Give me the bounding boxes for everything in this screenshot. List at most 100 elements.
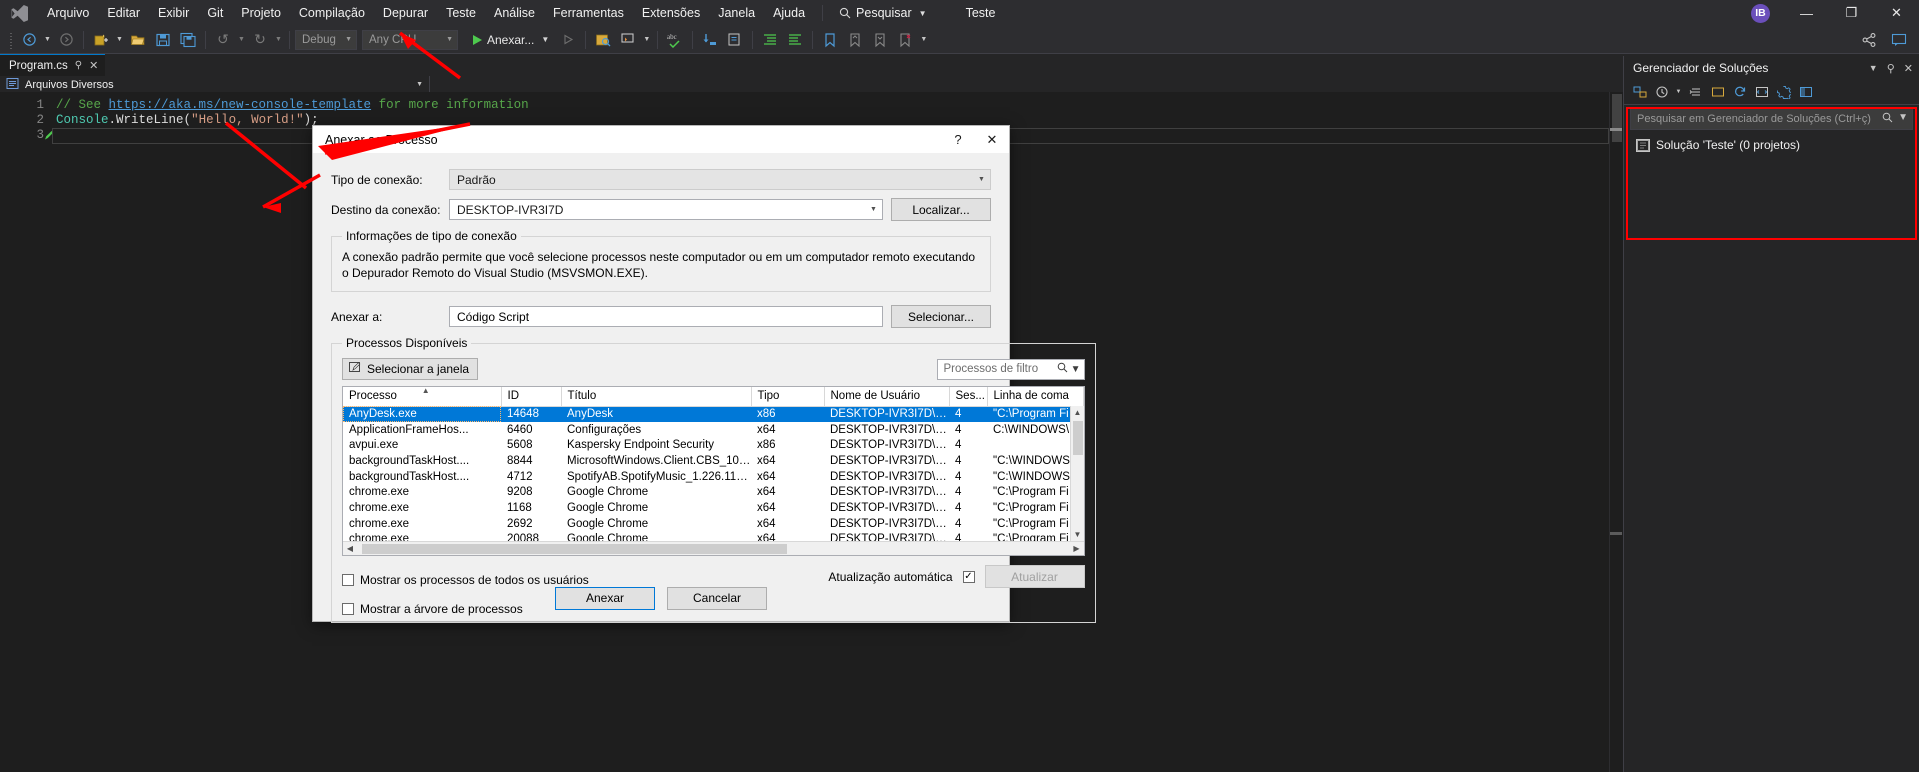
- table-row[interactable]: chrome.exe 9208 Google Chrome x64 DESKTO…: [343, 484, 1083, 500]
- menu-teste-right[interactable]: Teste: [957, 3, 1005, 23]
- select-code-type-button[interactable]: Selecionar...: [891, 305, 991, 328]
- attach-button[interactable]: Anexar: [555, 586, 655, 610]
- table-row[interactable]: AnyDesk.exe 14648 AnyDesk x86 DESKTOP-IV…: [343, 406, 1083, 422]
- redo-dropdown-icon[interactable]: ▼: [273, 29, 284, 51]
- navigate-forward-icon[interactable]: [54, 29, 78, 51]
- tab-program-cs[interactable]: Program.cs ⚲ ✕: [0, 54, 106, 76]
- undo-icon[interactable]: ↺: [211, 29, 235, 51]
- menu-git[interactable]: Git: [198, 3, 232, 23]
- solution-root-node[interactable]: Solução 'Teste' (0 projetos): [1632, 136, 1919, 154]
- table-row[interactable]: avpui.exe 5608 Kaspersky Endpoint Securi…: [343, 437, 1083, 453]
- hot-reload-dropdown-icon[interactable]: ▼: [641, 29, 652, 51]
- menu-teste[interactable]: Teste: [437, 3, 485, 23]
- toolbar-overflow-icon[interactable]: ▼: [918, 29, 929, 51]
- menu-arquivo[interactable]: Arquivo: [38, 3, 98, 23]
- select-window-button[interactable]: Selecionar a janela: [342, 358, 479, 380]
- menu-compilacao[interactable]: Compilação: [290, 3, 374, 23]
- save-all-icon[interactable]: [176, 29, 200, 51]
- column-header-titulo[interactable]: Título: [561, 387, 752, 407]
- process-filter-input[interactable]: Processos de filtro ▼: [936, 358, 1085, 380]
- step-over-icon[interactable]: [723, 29, 747, 51]
- feedback-icon[interactable]: [1887, 29, 1911, 51]
- clear-bookmarks-icon[interactable]: [893, 29, 917, 51]
- collapse-all-icon[interactable]: [1686, 83, 1705, 102]
- column-header-processo[interactable]: Processo ▲: [343, 387, 502, 407]
- attach-to-value-field[interactable]: Código Script: [449, 306, 883, 327]
- process-table-horizontal-scrollbar[interactable]: ◀ ▶: [343, 541, 1084, 555]
- menu-ferramentas[interactable]: Ferramentas: [544, 3, 633, 23]
- scroll-left-icon[interactable]: ◀: [343, 542, 357, 555]
- navigate-back-dropdown-icon[interactable]: ▼: [42, 29, 53, 51]
- new-project-icon[interactable]: [89, 29, 113, 51]
- switch-views-icon[interactable]: [1630, 83, 1649, 102]
- share-icon[interactable]: [1857, 29, 1881, 51]
- show-all-files-icon[interactable]: [1708, 83, 1727, 102]
- column-header-usuario[interactable]: Nome de Usuário: [824, 387, 950, 407]
- hot-reload-icon[interactable]: [616, 29, 640, 51]
- toolbar-grip[interactable]: [8, 30, 14, 49]
- scrollbar-thumb[interactable]: [362, 544, 787, 554]
- scrollbar-thumb[interactable]: [1072, 421, 1083, 455]
- menu-projeto[interactable]: Projeto: [232, 3, 290, 23]
- menu-editar[interactable]: Editar: [98, 3, 149, 23]
- close-tab-icon[interactable]: ✕: [89, 59, 98, 72]
- menu-extensoes[interactable]: Extensões: [633, 3, 709, 23]
- menu-exibir[interactable]: Exibir: [149, 3, 198, 23]
- indent-icon[interactable]: [758, 29, 782, 51]
- bookmark-icon[interactable]: [818, 29, 842, 51]
- open-file-icon[interactable]: [126, 29, 150, 51]
- column-header-id[interactable]: ID: [501, 387, 562, 407]
- chevron-down-icon[interactable]: ▼: [1071, 364, 1081, 375]
- undo-dropdown-icon[interactable]: ▼: [236, 29, 247, 51]
- connection-type-dropdown[interactable]: Padrão ▼: [449, 169, 991, 190]
- find-button[interactable]: Localizar...: [891, 198, 991, 221]
- column-header-tipo[interactable]: Tipo: [751, 387, 825, 407]
- column-header-linha-comando[interactable]: Linha de coma: [987, 387, 1084, 407]
- table-row[interactable]: chrome.exe 2692 Google Chrome x64 DESKTO…: [343, 516, 1083, 532]
- menu-analise[interactable]: Análise: [485, 3, 544, 23]
- history-icon[interactable]: [1652, 83, 1671, 102]
- connection-target-combobox[interactable]: DESKTOP-IVR3I7D ▼: [449, 199, 883, 220]
- account-avatar[interactable]: IB: [1751, 3, 1770, 23]
- minimize-button[interactable]: —: [1784, 0, 1829, 26]
- start-debug-button[interactable]: Anexar... ▼: [467, 29, 555, 51]
- solution-configuration-combo[interactable]: Debug ▼: [295, 29, 357, 50]
- preview-selected-items-icon[interactable]: [1796, 83, 1815, 102]
- properties-icon[interactable]: [1774, 83, 1793, 102]
- new-project-dropdown-icon[interactable]: ▼: [114, 29, 125, 51]
- menu-ajuda[interactable]: Ajuda: [764, 3, 814, 23]
- table-row[interactable]: chrome.exe 1168 Google Chrome x64 DESKTO…: [343, 500, 1083, 516]
- menu-janela[interactable]: Janela: [709, 3, 764, 23]
- pin-panel-icon[interactable]: ⚲: [1887, 62, 1895, 75]
- spell-check-icon[interactable]: abc: [663, 29, 687, 51]
- search-icon[interactable]: [1882, 112, 1893, 126]
- cancel-button[interactable]: Cancelar: [667, 586, 767, 610]
- table-row[interactable]: ApplicationFrameHos... 6460 Configuraçõe…: [343, 422, 1083, 438]
- scrollbar-track[interactable]: [357, 542, 1070, 555]
- close-panel-icon[interactable]: ✕: [1904, 62, 1913, 75]
- panel-menu-icon[interactable]: ▼: [1869, 63, 1878, 73]
- global-search[interactable]: Pesquisar ▼: [831, 3, 935, 23]
- refresh-icon[interactable]: [1730, 83, 1749, 102]
- code-link[interactable]: https://aka.ms/new-console-template: [109, 98, 372, 112]
- dialog-close-button[interactable]: ✕: [975, 126, 1009, 153]
- step-into-icon[interactable]: [698, 29, 722, 51]
- close-button[interactable]: ✕: [1874, 0, 1919, 26]
- view-code-icon[interactable]: [1752, 83, 1771, 102]
- search-icon[interactable]: [1057, 362, 1068, 376]
- redo-icon[interactable]: ↻: [248, 29, 272, 51]
- navigate-back-icon[interactable]: [17, 29, 41, 51]
- scrollbar-thumb[interactable]: [1612, 94, 1622, 142]
- outdent-icon[interactable]: [783, 29, 807, 51]
- table-row[interactable]: backgroundTaskHost.... 4712 SpotifyAB.Sp…: [343, 469, 1083, 485]
- scroll-up-icon[interactable]: ▲: [1071, 406, 1084, 419]
- help-button[interactable]: ?: [941, 126, 975, 153]
- nav-project-dropdown[interactable]: Arquivos Diversos ▼: [0, 75, 430, 94]
- next-bookmark-icon[interactable]: [868, 29, 892, 51]
- menu-depurar[interactable]: Depurar: [374, 3, 437, 23]
- maximize-button[interactable]: ❐: [1829, 0, 1874, 26]
- table-row[interactable]: backgroundTaskHost.... 8844 MicrosoftWin…: [343, 453, 1083, 469]
- solution-explorer-search-input[interactable]: Pesquisar em Gerenciador de Soluções (Ct…: [1630, 108, 1913, 130]
- process-table-vertical-scrollbar[interactable]: ▲ ▼: [1069, 406, 1084, 541]
- history-dropdown-icon[interactable]: ▼: [1674, 83, 1683, 102]
